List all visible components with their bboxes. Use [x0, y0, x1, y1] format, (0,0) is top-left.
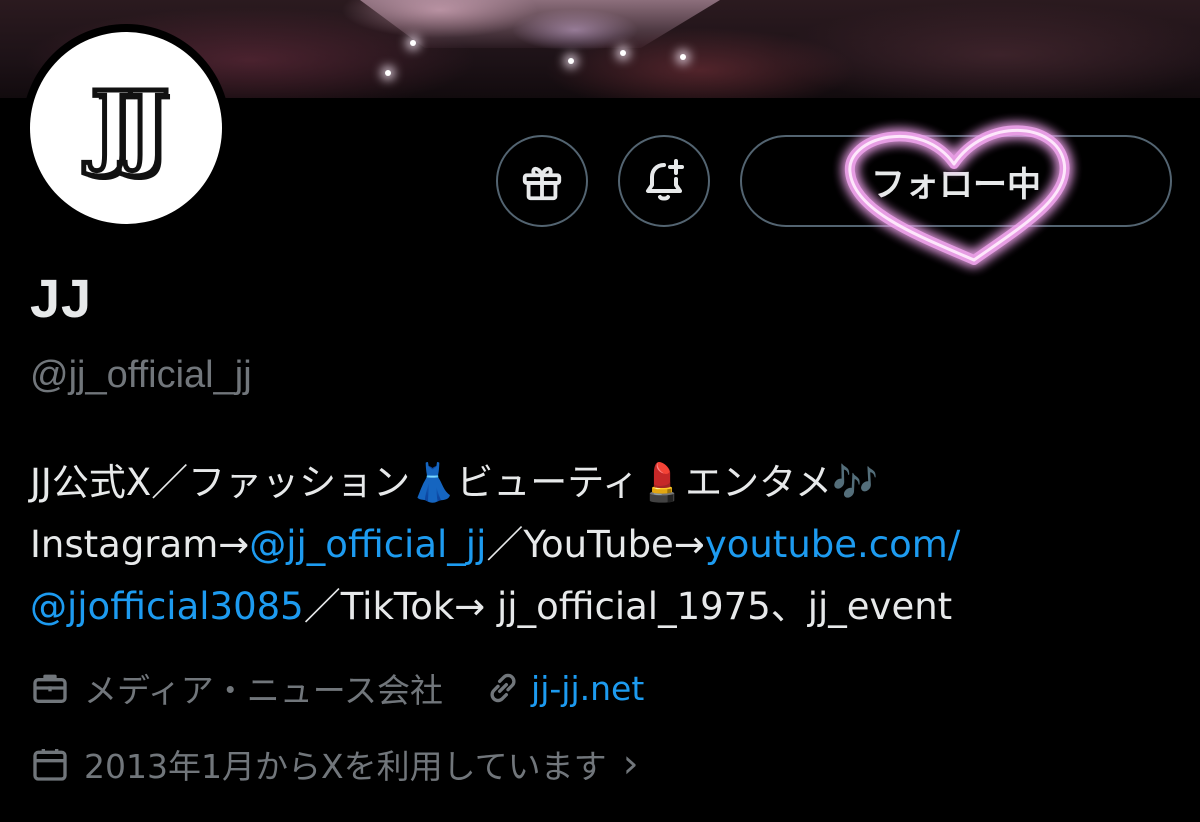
link-icon — [490, 673, 516, 703]
profile-category: メディア・ニュース会社 — [84, 671, 444, 710]
following-button-label: フォロー中 — [871, 164, 1041, 205]
gift-icon — [522, 166, 562, 201]
display-name: JJ — [30, 269, 93, 329]
lipstick-emoji: 💄 — [639, 461, 686, 504]
briefcase-icon — [33, 674, 67, 703]
banner-spotlight — [620, 50, 626, 56]
bio-line: Instagram→@jj_official_jj／YouTube→youtub… — [30, 514, 1180, 576]
bio-text: エンタメ — [685, 461, 832, 504]
website-link[interactable]: jj-jj.net — [531, 669, 644, 708]
youtube-link-continued[interactable]: @jjofficial3085 — [30, 585, 304, 628]
banner-spotlight — [385, 70, 391, 76]
bio-text: ビューティ — [456, 461, 640, 504]
calendar-icon — [33, 749, 67, 781]
profile-meta-row: メディア・ニュース会社 jj-jj.net — [30, 664, 644, 712]
bio-line: @jjofficial3085／TikTok→ jj_official_1975… — [30, 576, 1180, 638]
bio-text: ／TikTok→ jj_official_1975、jj_event — [303, 585, 953, 628]
joined-date-row[interactable]: 2013年1月からXを利用しています › — [30, 740, 639, 788]
avatar-logo-text: JJ — [88, 71, 172, 179]
bio-text: JJ公式X／ファッション — [30, 461, 411, 504]
dress-emoji: 👗 — [410, 461, 457, 504]
bio-text: Instagram→ — [30, 523, 250, 566]
bell-plus-icon — [646, 159, 684, 201]
youtube-link[interactable]: youtube.com/ — [705, 523, 960, 566]
bio-line: JJ公式X／ファッション👗ビューティ💄エンタメ🎶 — [30, 452, 1180, 514]
following-button[interactable]: フォロー中 — [740, 135, 1172, 227]
instagram-mention-link[interactable]: @jj_official_jj — [249, 523, 486, 566]
chevron-right-icon: › — [622, 741, 639, 787]
avatar-image: JJ — [30, 32, 222, 224]
banner-spotlight — [680, 54, 686, 60]
profile-page: JJ フォロー中 JJ @jj_official_jj JJ公式X／ファッション… — [0, 0, 1200, 822]
gift-button[interactable] — [496, 135, 588, 227]
notifications-button[interactable] — [618, 135, 710, 227]
banner-spotlight — [568, 58, 574, 64]
avatar[interactable]: JJ — [22, 24, 230, 232]
bio-text: ／YouTube→ — [486, 523, 705, 566]
profile-bio: JJ公式X／ファッション👗ビューティ💄エンタメ🎶 Instagram→@jj_o… — [30, 452, 1180, 638]
music-notes-emoji: 🎶 — [832, 461, 879, 504]
banner-spotlight — [410, 40, 416, 46]
joined-date: 2013年1月からXを利用しています — [84, 747, 607, 786]
user-handle: @jj_official_jj — [30, 354, 252, 396]
